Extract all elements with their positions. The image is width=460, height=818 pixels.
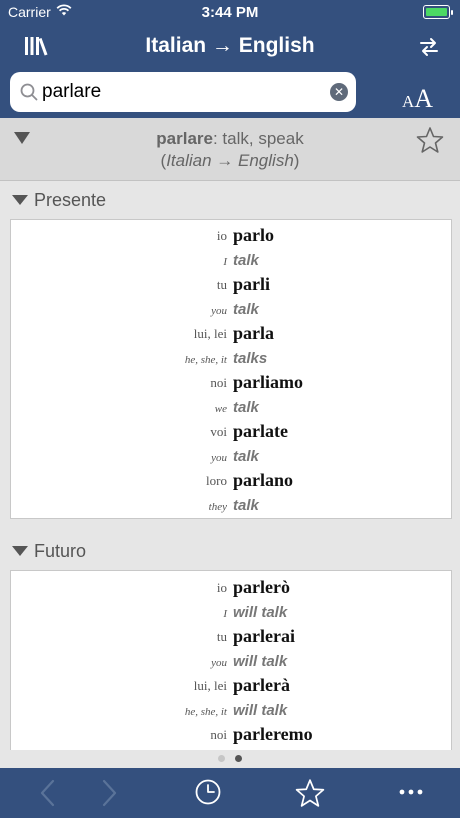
italian-pronoun: lui, lei [193,678,227,693]
translation-row: you talk [11,297,451,321]
bottom-toolbar [0,768,460,818]
translation: talk [233,448,259,465]
verb-form: parlo [233,225,275,245]
italian-pronoun: lui, lei [193,326,227,341]
translation-row: Italk [11,248,451,272]
clear-search-icon[interactable]: ✕ [330,83,348,101]
translation: talk [233,399,259,416]
italian-pronoun: tu [216,629,227,644]
section-header-presente[interactable]: Presente [0,183,460,219]
section-title: Presente [34,190,107,210]
english-pronoun: they [208,501,227,513]
conjugation-row: lui, lei parlerà [11,674,451,698]
section-title: Futuro [34,541,87,561]
translation-row: they talk [11,493,451,517]
entry-summary: parlare: talk, speak (Italian → English) [0,128,460,172]
translation-row: you talk [11,444,451,468]
section-header-futuro[interactable]: Futuro [0,534,460,570]
translation: will talk [233,653,288,670]
forward-icon[interactable] [99,778,119,808]
italian-pronoun: io [216,228,227,243]
translation-row: you will talk [11,649,451,673]
translation-row: he, she, it will talk [11,698,451,722]
entry-word: parlare [156,129,213,148]
translation: talk [233,301,259,318]
verb-form: parli [233,274,271,294]
collapse-triangle-icon[interactable] [12,546,28,556]
english-pronoun: you [211,657,227,669]
verb-form: parlano [233,470,294,490]
conjugation-row: tu parli [11,273,451,297]
verb-form: parlate [233,421,288,441]
search-input[interactable] [42,72,322,112]
english-pronoun: he, she, it [184,354,227,366]
entry-header[interactable]: parlare: talk, speak (Italian → English) [0,118,460,181]
verb-form: parliamo [233,372,303,392]
conjugation-row: voi parlate [11,420,451,444]
navigation-bar: Italian → English [0,24,460,70]
verb-form: parleremo [233,724,313,744]
translation: talk [233,252,259,269]
italian-pronoun: io [216,580,227,595]
conjugation-row: io parlerò [11,576,451,600]
status-bar: Carrier 3:44 PM [0,0,460,24]
font-size-small-glyph: A [402,92,415,111]
verb-form: parla [233,323,275,343]
translation: talks [233,350,268,367]
verb-form: parlerai [233,626,295,646]
page-dot[interactable] [218,755,225,762]
english-pronoun: I [223,256,227,268]
translation: talk [233,497,259,514]
direction-close-paren: ) [293,151,300,170]
italian-pronoun: noi [210,375,227,390]
conjugation-row: lui, lei parla [11,322,451,346]
status-time: 3:44 PM [201,4,259,21]
conjugation-row: noi parliamo [11,371,451,395]
english-pronoun: he, she, it [184,706,227,718]
font-size-button[interactable]: AA [402,84,433,114]
conjugation-table-futuro: io parlerò Iwill talk tu parlerai you will … [10,570,452,762]
verb-form: parlerà [233,675,290,695]
favorite-star-icon[interactable] [416,126,444,154]
italian-pronoun: loro [206,473,227,488]
back-icon[interactable] [38,778,58,808]
conjugation-row: tu parlerai [11,625,451,649]
page-indicator [0,750,460,768]
search-bar[interactable]: ✕ [10,72,356,112]
font-size-large-glyph: A [414,84,434,113]
translation-row: we talk [11,395,451,419]
english-pronoun: we [214,403,227,415]
search-icon [20,83,38,101]
english-pronoun: you [211,452,227,464]
conjugation-row: noi parleremo [11,723,451,747]
top-bar: Carrier 3:44 PM Italian → English ✕ [0,0,460,118]
entry-definition: : talk, speak [212,129,304,148]
conjugation-row: loro parlano [11,469,451,493]
page-title: Italian → English [145,34,315,57]
italian-pronoun: voi [210,424,227,439]
english-pronoun: you [211,305,227,317]
translation: will talk [233,702,288,719]
battery-icon [423,5,453,19]
verb-form: parlerò [233,577,290,597]
more-icon[interactable] [398,788,424,796]
history-icon[interactable] [194,778,222,806]
english-pronoun: I [223,608,227,620]
conjugation-table-presente: io parlo Italk tu parli you talk lui, lei pa… [10,219,452,519]
italian-pronoun: tu [216,277,227,292]
conjugation-row: io parlo [11,224,451,248]
favorites-icon[interactable] [295,778,325,808]
italian-pronoun: noi [210,727,227,742]
translation-row: he, she, it talks [11,346,451,370]
translation: will talk [233,604,288,621]
swap-direction-icon[interactable] [418,36,440,58]
page-dot-current[interactable] [235,755,242,762]
translation-row: Iwill talk [11,600,451,624]
collapse-triangle-icon[interactable] [12,195,28,205]
entry-direction: Italian → English [166,151,294,170]
